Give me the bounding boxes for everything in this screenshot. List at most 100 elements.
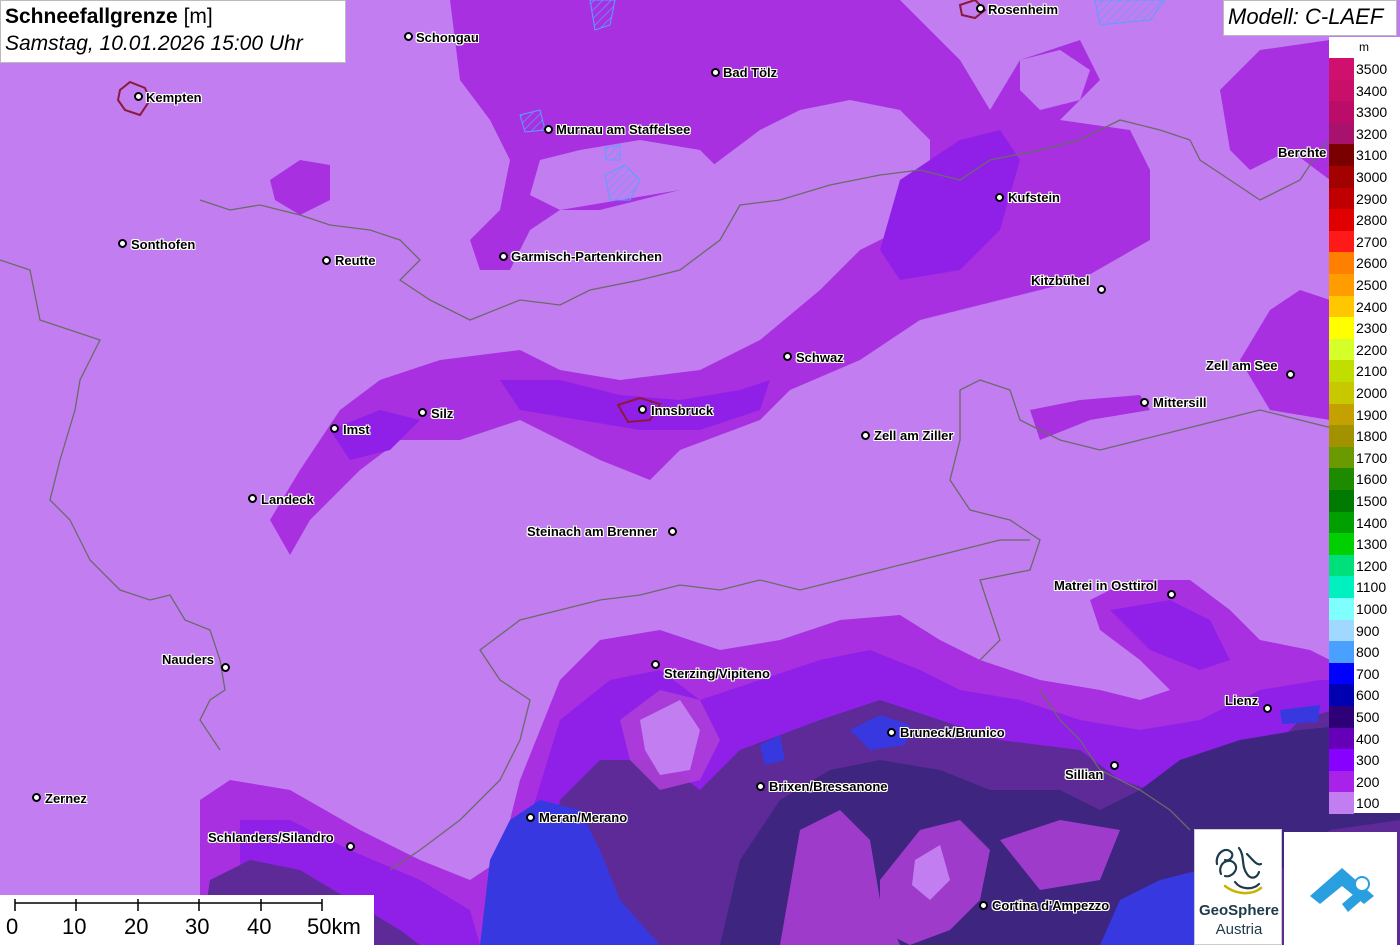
legend-swatch-3100: [1329, 144, 1354, 166]
city-label-zell-am-see[interactable]: Zell am See: [1206, 359, 1278, 373]
legend-swatch-2500: [1329, 274, 1354, 296]
city-dot: [322, 256, 331, 265]
legend-label-2400: 2400: [1356, 298, 1388, 315]
city-label-nauders[interactable]: Nauders: [162, 653, 214, 667]
city-dot: [783, 352, 792, 361]
legend-label-2800: 2800: [1356, 212, 1388, 229]
legend-label-1100: 1100: [1356, 579, 1387, 596]
city-label-kitzbuehel[interactable]: Kitzbühel: [1031, 274, 1090, 288]
legend-swatch-1300: [1329, 533, 1354, 555]
scale-tick-30: 30: [185, 914, 210, 939]
city-label-silz[interactable]: Silz: [431, 407, 453, 421]
city-label-rosenheim[interactable]: Rosenheim: [988, 3, 1058, 17]
city-label-matrei[interactable]: Matrei in Osttirol: [1054, 579, 1157, 593]
city-dot: [638, 405, 647, 414]
legend-swatch-2800: [1329, 209, 1354, 231]
city-label-sterzing[interactable]: Sterzing/Vipiteno: [664, 667, 770, 681]
color-legend: m 3500 3400 3300 3200 3100 3000 2900 2800 2700 26…: [1329, 37, 1400, 814]
legend-label-3100: 3100: [1356, 147, 1388, 164]
legend-swatch-400: [1329, 727, 1354, 750]
legend-swatch-3300: [1329, 101, 1354, 123]
city-dot: [1286, 370, 1295, 379]
map-title-box: Schneefallgrenze [m] Samstag, 10.01.2026…: [0, 0, 346, 63]
legend-swatch-2400: [1329, 295, 1354, 318]
legend-label-2200: 2200: [1356, 341, 1388, 358]
legend-label-1300: 1300: [1356, 536, 1388, 553]
city-dot: [1140, 398, 1149, 407]
legend-label-2500: 2500: [1356, 277, 1388, 293]
city-label-zell-am-ziller[interactable]: Zell am Ziller: [874, 429, 953, 443]
city-label-schlanders[interactable]: Schlanders/Silandro: [208, 831, 334, 845]
legend-swatch-2900: [1329, 187, 1354, 210]
city-label-reutte[interactable]: Reutte: [335, 254, 375, 268]
city-label-meran[interactable]: Meran/Merano: [539, 811, 627, 825]
model-label: Modell: C-LAEF: [1223, 0, 1397, 36]
scale-tick-20: 20: [124, 914, 149, 939]
city-dot: [32, 793, 41, 802]
city-dot: [221, 663, 230, 672]
city-label-brixen[interactable]: Brixen/Bressanone: [769, 780, 888, 794]
city-label-sillian[interactable]: Sillian: [1065, 768, 1103, 782]
legend-swatch-2000: [1329, 382, 1354, 404]
city-label-bruneck[interactable]: Bruneck/Brunico: [900, 726, 1005, 740]
city-label-mittersill[interactable]: Mittersill: [1153, 396, 1206, 410]
legend-swatch-2300: [1329, 317, 1354, 339]
city-label-schongau[interactable]: Schongau: [416, 31, 479, 45]
city-dot: [756, 782, 765, 791]
map-title: Schneefallgrenze [m]: [5, 4, 341, 30]
city-label-zernez[interactable]: Zernez: [45, 792, 87, 806]
city-label-schwaz[interactable]: Schwaz: [796, 351, 844, 365]
legend-label-100: 100: [1356, 795, 1380, 812]
legend-label-3200: 3200: [1356, 125, 1388, 142]
city-label-kufstein[interactable]: Kufstein: [1008, 191, 1060, 205]
legend-label-2000: 2000: [1356, 385, 1388, 401]
legend-label-300: 300: [1356, 752, 1380, 769]
forecast-datetime: Samstag, 10.01.2026 15:00 Uhr: [5, 32, 303, 55]
city-dot: [134, 92, 143, 101]
app-logo[interactable]: [1284, 832, 1397, 945]
city-dot: [861, 431, 870, 440]
city-dot: [418, 408, 427, 417]
legend-swatch-1000: [1329, 598, 1354, 620]
city-dot: [404, 32, 413, 41]
legend-label-2600: 2600: [1356, 255, 1388, 272]
city-label-murnau[interactable]: Murnau am Staffelsee: [556, 123, 690, 137]
legend-swatch-1100: [1329, 576, 1354, 598]
city-label-steinach[interactable]: Steinach am Brenner: [527, 525, 657, 539]
city-dot: [887, 728, 896, 737]
legend-swatch-1800: [1329, 425, 1354, 447]
legend-swatch-1200: [1329, 554, 1354, 577]
city-dot: [544, 125, 553, 134]
legend-label-3300: 3300: [1356, 104, 1388, 121]
city-dot: [711, 68, 720, 77]
city-dot: [118, 239, 127, 248]
city-dot: [248, 494, 257, 503]
city-label-innsbruck[interactable]: Innsbruck: [651, 404, 713, 418]
city-label-cortina[interactable]: Cortina d'Ampezzo: [992, 899, 1109, 913]
title-text: Schneefallgrenze: [5, 5, 178, 28]
map-layer: [0, 0, 1400, 945]
city-dot: [976, 4, 985, 13]
scale-bar: 0 10 20 30 40 50km: [0, 895, 374, 945]
legend-swatch-500: [1329, 706, 1354, 728]
legend-swatch-3400: [1329, 79, 1354, 102]
city-label-landeck[interactable]: Landeck: [261, 493, 314, 507]
snowfall-limit-map[interactable]: Rosenheim Schongau Kempten Bad Tölz Murn…: [0, 0, 1400, 945]
city-label-berchtesgaden[interactable]: Berchte: [1278, 146, 1326, 160]
city-dot: [526, 813, 535, 822]
city-label-lienz[interactable]: Lienz: [1225, 694, 1258, 708]
legend-swatch-200: [1329, 770, 1354, 793]
legend-label-1400: 1400: [1356, 514, 1388, 531]
scale-tick-0: 0: [6, 914, 19, 939]
legend-label-3000: 3000: [1356, 169, 1388, 185]
geosphere-logo[interactable]: GeoSphere Austria: [1194, 829, 1282, 945]
legend-label-200: 200: [1356, 773, 1380, 790]
city-label-imst[interactable]: Imst: [343, 423, 370, 437]
city-label-kempten[interactable]: Kempten: [146, 91, 202, 105]
city-label-garmisch[interactable]: Garmisch-Partenkirchen: [511, 250, 662, 264]
legend-swatch-3500: [1329, 58, 1354, 80]
city-dot: [668, 527, 677, 536]
city-label-sonthofen[interactable]: Sonthofen: [131, 238, 195, 252]
title-unit: [m]: [183, 5, 213, 28]
city-label-bad-toelz[interactable]: Bad Tölz: [723, 66, 777, 80]
